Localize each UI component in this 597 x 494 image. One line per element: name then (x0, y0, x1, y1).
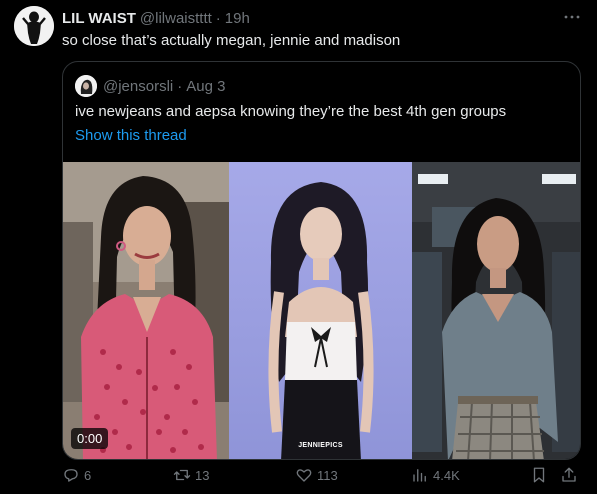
quote-avatar (75, 75, 97, 97)
like-button[interactable]: 113 (295, 463, 338, 487)
media-panel-3 (412, 162, 580, 459)
quote-text: ive newjeans and aepsa knowing they’re t… (75, 103, 507, 120)
repost-icon (173, 469, 191, 481)
like-count: 113 (317, 467, 338, 483)
reply-button[interactable]: 6 (62, 463, 91, 487)
user-handle[interactable]: @lilwaistttt (140, 10, 212, 27)
display-name[interactable]: LIL WAIST (62, 10, 136, 27)
quote-header: @jensorsli · Aug 3 (75, 75, 225, 97)
quote-date: Aug 3 (186, 77, 226, 95)
repost-count: 13 (195, 467, 210, 483)
media-panel-2: JENNIEPICS (229, 162, 412, 459)
video-duration: 0:00 (71, 428, 109, 449)
avatar[interactable] (14, 6, 54, 46)
separator-dot: · (215, 9, 221, 27)
tweet-header: LIL WAIST @lilwaistttt · 19h (62, 8, 250, 28)
repost-button[interactable]: 13 (173, 463, 209, 487)
share-icon (562, 467, 576, 482)
separator-dot: · (177, 77, 183, 95)
action-bar: 6 13 113 4.4K (62, 463, 581, 487)
show-thread-link[interactable]: Show this thread (75, 126, 187, 146)
tweet-time[interactable]: 19h (225, 10, 250, 27)
reply-count: 6 (84, 467, 92, 483)
quote-tweet[interactable]: @jensorsli · Aug 3 ive newjeans and aeps… (62, 61, 581, 460)
tweet[interactable]: LIL WAIST @lilwaistttt · 19h so close th… (0, 0, 597, 494)
bookmark-icon (533, 467, 545, 483)
share-button[interactable] (560, 463, 578, 487)
bookmark-button[interactable] (530, 463, 548, 487)
more-icon[interactable] (561, 6, 583, 28)
quote-handle: @jensorsli (103, 77, 174, 95)
media-panel-1: 0:00 (63, 162, 229, 459)
media-video[interactable]: 0:00 JENNIEPICS (63, 162, 580, 459)
analytics-icon (413, 469, 426, 482)
views-count: 4.4K (433, 467, 460, 483)
media-watermark: JENNIEPICS (298, 442, 343, 449)
reply-icon (64, 469, 78, 482)
views-button[interactable]: 4.4K (411, 463, 460, 487)
tweet-text: so close that’s actually megan, jennie a… (62, 32, 401, 49)
heart-icon (296, 469, 312, 482)
